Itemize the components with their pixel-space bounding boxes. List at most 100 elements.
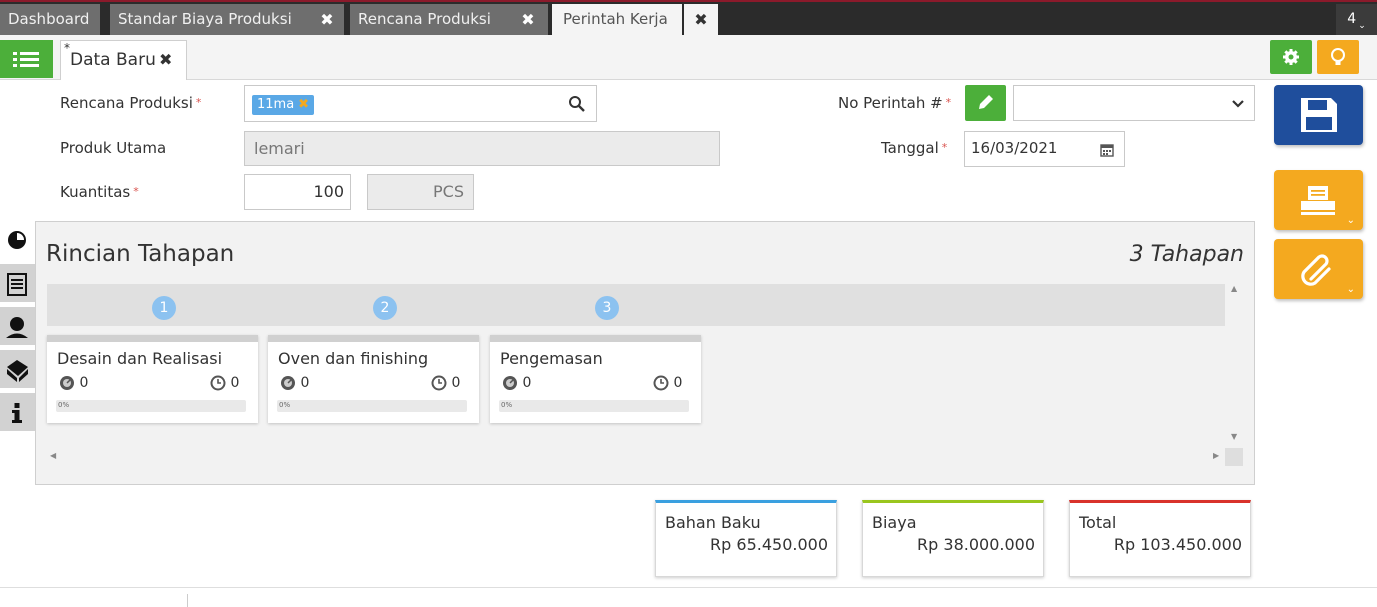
stage-right-stat: 0: [653, 375, 682, 391]
top-tab-bar: Dashboard Standar Biaya Produksi ✖ Renca…: [0, 0, 1377, 37]
search-icon[interactable]: [568, 95, 586, 113]
no-perintah-select[interactable]: [1013, 85, 1255, 121]
tanggal-label: Tanggal *: [881, 139, 948, 157]
produk-utama-field: lemari: [244, 131, 720, 166]
stage-card[interactable]: Desain dan Realisasi 0 0 0%: [47, 335, 258, 423]
step-strip: 1 2 3: [47, 284, 1225, 326]
box-icon: [7, 360, 28, 382]
rencana-produksi-label: Rencana Produksi *: [60, 94, 202, 112]
stage-name: Desain dan Realisasi: [57, 349, 223, 368]
clock-icon: [431, 375, 447, 391]
modified-marker: *: [64, 41, 70, 55]
kuantitas-label: Kuantitas *: [60, 183, 139, 201]
sub-toolbar: * Data Baru ✖: [0, 35, 1377, 80]
stage-name: Oven dan finishing: [278, 349, 429, 368]
tab-label: Perintah Kerja: [563, 10, 668, 28]
chevron-down-icon: ⌄: [1346, 284, 1355, 295]
stage-left-stat: 0: [280, 375, 309, 391]
tanggal-input[interactable]: 16/03/2021: [964, 131, 1125, 167]
tab-label: Data Baru: [70, 50, 156, 70]
scroll-left-arrow[interactable]: ◀: [50, 451, 56, 460]
tab-label: Standar Biaya Produksi: [118, 10, 292, 28]
total-card-bahan-baku: Bahan Baku Rp 65.450.000: [655, 500, 837, 577]
vertical-scrollbar[interactable]: ▲ ▼: [1226, 284, 1244, 444]
chevron-down-icon: ⌄: [1358, 21, 1366, 31]
calendar-icon[interactable]: [1100, 143, 1114, 157]
stage-count: 3 Tahapan: [1129, 242, 1244, 267]
print-button[interactable]: ⌄: [1274, 170, 1363, 230]
stage-progress-bar: 0%: [56, 400, 246, 412]
close-icon[interactable]: ✖: [298, 97, 309, 112]
stage-left-stat: 0: [502, 375, 531, 391]
side-tabs: [0, 221, 35, 433]
tab-rencana-produksi[interactable]: Rencana Produksi ✖: [350, 4, 548, 37]
list-icon: [13, 52, 39, 67]
stage-details-panel: Rincian Tahapan 3 Tahapan 1 2 3 Desain d…: [35, 221, 1255, 485]
footer-divider: [187, 594, 188, 607]
attach-button[interactable]: ⌄: [1274, 239, 1363, 299]
close-icon[interactable]: ✖: [159, 41, 172, 79]
tips-button[interactable]: [1317, 40, 1359, 74]
scroll-down-arrow[interactable]: ▼: [1231, 432, 1237, 441]
scroll-up-arrow[interactable]: ▲: [1231, 284, 1237, 293]
total-value: Rp 38.000.000: [917, 535, 1035, 554]
selected-tag[interactable]: 11ma ✖: [252, 95, 315, 115]
total-value: Rp 65.450.000: [710, 535, 828, 554]
close-icon[interactable]: ✖: [312, 4, 342, 35]
produk-utama-label: Produk Utama: [60, 139, 167, 157]
tab-label: Dashboard: [8, 10, 90, 28]
side-tab-info[interactable]: [0, 393, 35, 433]
step-number: 2: [373, 296, 397, 320]
close-icon[interactable]: ✖: [684, 4, 718, 37]
stage-name: Pengemasan: [500, 349, 603, 368]
horizontal-scrollbar[interactable]: ◀ ▶: [47, 448, 1243, 466]
stage-right-stat: 0: [210, 375, 239, 391]
person-icon: [6, 317, 28, 338]
clock-icon: [653, 375, 669, 391]
no-perintah-label: No Perintah # *: [838, 94, 952, 112]
scroll-corner: [1225, 448, 1243, 466]
app-window: Dashboard Standar Biaya Produksi ✖ Renca…: [0, 0, 1377, 607]
total-label: Biaya: [872, 513, 917, 532]
total-card-biaya: Biaya Rp 38.000.000: [862, 500, 1044, 577]
tab-perintah-kerja[interactable]: Perintah Kerja: [552, 4, 682, 37]
menu-button[interactable]: [0, 40, 53, 78]
side-tab-box[interactable]: [0, 350, 35, 390]
tab-dashboard[interactable]: Dashboard: [0, 4, 100, 37]
gauge-icon: [503, 376, 517, 390]
panel-title: Rincian Tahapan: [46, 241, 235, 267]
total-label: Total: [1079, 513, 1117, 532]
side-tab-document[interactable]: [0, 264, 35, 304]
tab-standar-biaya-produksi[interactable]: Standar Biaya Produksi ✖: [110, 4, 344, 37]
stage-progress-bar: 0%: [499, 400, 689, 412]
scroll-right-arrow[interactable]: ▶: [1213, 451, 1219, 460]
document-icon: [7, 273, 27, 296]
edit-number-button[interactable]: [965, 85, 1006, 121]
info-icon: [12, 403, 22, 423]
pie-icon: [8, 231, 26, 249]
stage-progress-bar: 0%: [277, 400, 467, 412]
stage-card[interactable]: Pengemasan 0 0 0%: [490, 335, 701, 423]
side-tab-overview[interactable]: [0, 221, 35, 261]
side-tab-person[interactable]: [0, 307, 35, 347]
stage-card[interactable]: Oven dan finishing 0 0 0%: [268, 335, 479, 423]
step-number: 1: [152, 296, 176, 320]
save-button[interactable]: [1274, 85, 1363, 145]
close-icon[interactable]: ✖: [513, 4, 543, 35]
chevron-down-icon: [1232, 100, 1244, 108]
rencana-produksi-input[interactable]: 11ma ✖: [244, 85, 597, 122]
total-card-total: Total Rp 103.450.000: [1069, 500, 1251, 577]
clock-icon: [210, 375, 226, 391]
tab-label: Rencana Produksi: [358, 10, 491, 28]
pencil-icon: [979, 95, 993, 109]
total-value: Rp 103.450.000: [1113, 535, 1242, 554]
total-label: Bahan Baku: [665, 513, 761, 532]
tab-count: 4: [1347, 11, 1357, 27]
tab-data-baru[interactable]: * Data Baru ✖: [60, 40, 187, 80]
settings-button[interactable]: [1270, 40, 1312, 74]
unit-field: PCS: [367, 174, 474, 210]
kuantitas-input[interactable]: 100: [244, 174, 351, 210]
footer-bar: [0, 587, 1377, 607]
stage-left-stat: 0: [59, 375, 88, 391]
tab-count-menu[interactable]: 4 ⌄: [1336, 4, 1377, 37]
